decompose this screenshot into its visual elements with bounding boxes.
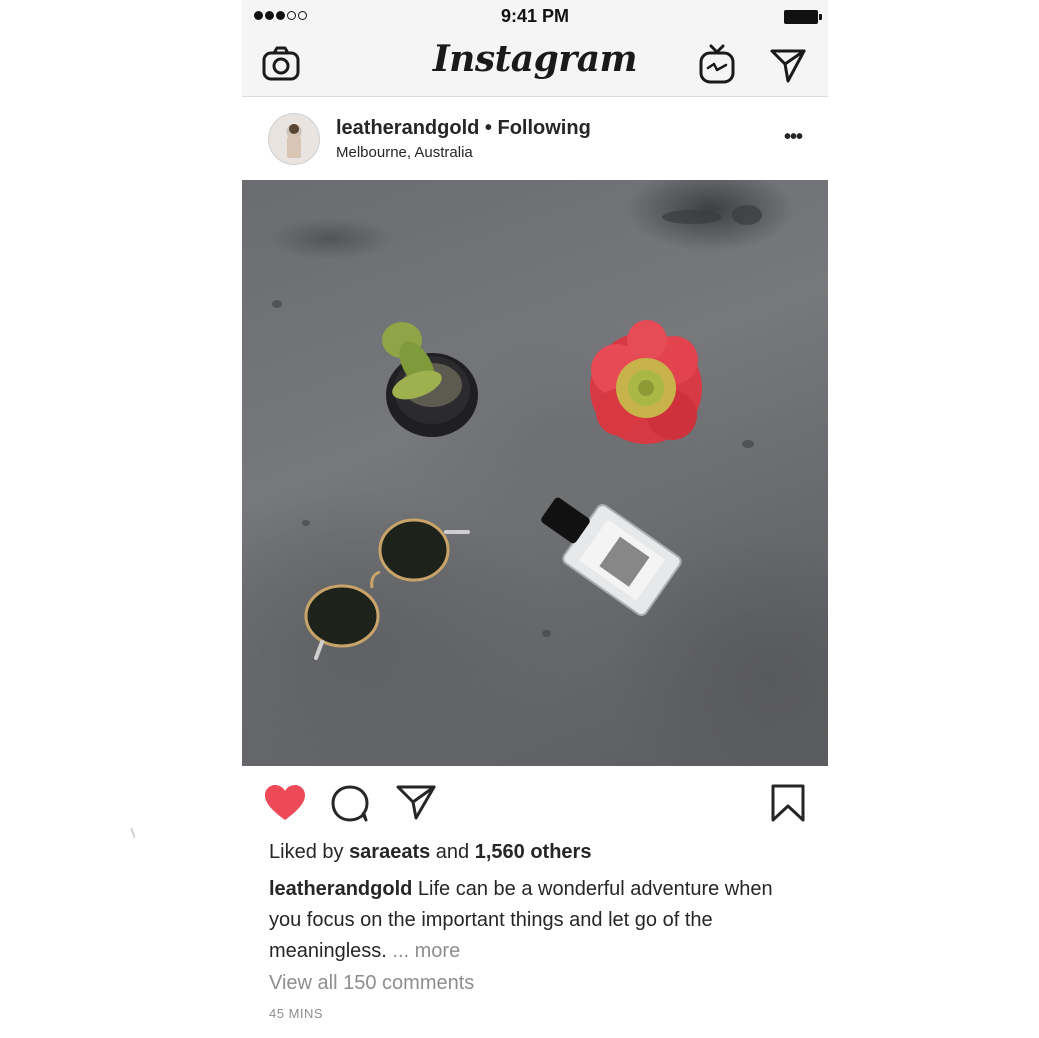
avatar-figure-head xyxy=(289,124,299,134)
post-actions xyxy=(242,766,828,836)
share-icon[interactable] xyxy=(396,784,436,820)
perfume-bottle xyxy=(541,497,682,616)
post-username[interactable]: leatherandgold xyxy=(336,117,479,139)
instagram-logo: Instagram xyxy=(432,38,638,80)
liked-by-user[interactable]: saraeats xyxy=(349,841,430,863)
likes-middle: and xyxy=(430,841,475,863)
likes-summary[interactable]: Liked by saraeats and 1,560 others xyxy=(269,841,591,864)
follow-status[interactable]: Following xyxy=(497,117,590,139)
post-author-line: leatherandgold • Following xyxy=(336,117,591,140)
post-location[interactable]: Melbourne, Australia xyxy=(336,144,473,161)
bookmark-icon[interactable] xyxy=(770,784,806,822)
sunglasses xyxy=(304,518,470,660)
likes-prefix: Liked by xyxy=(269,841,350,863)
status-time: 9:41 PM xyxy=(500,6,570,26)
avatar[interactable] xyxy=(268,113,320,165)
post-header: leatherandgold • Following Melbourne, Au… xyxy=(242,97,828,180)
post-timestamp: 45 MINS xyxy=(269,1006,324,1021)
heart-icon[interactable] xyxy=(264,784,306,822)
post-caption: leatherandgold Life can be a wonderful a… xyxy=(269,874,789,967)
status-bar: 9:41 PM xyxy=(242,0,828,34)
view-comments-link[interactable]: View all 150 comments xyxy=(269,972,474,995)
post-photo[interactable] xyxy=(242,180,828,766)
comment-icon[interactable] xyxy=(330,784,370,822)
direct-message-icon[interactable] xyxy=(768,44,808,84)
likes-count[interactable]: 1,560 others xyxy=(475,841,592,863)
separator: • xyxy=(479,117,498,139)
photo-objects xyxy=(304,320,702,660)
avatar-figure-body xyxy=(287,134,301,158)
top-nav-bar: Instagram xyxy=(242,34,828,97)
phone-screen: 9:41 PM Instagram leatherandgold • Follo… xyxy=(242,0,828,1038)
cactus-plant xyxy=(382,322,478,437)
battery-icon xyxy=(784,10,822,24)
more-options-button[interactable]: ••• xyxy=(784,127,803,147)
caption-more-link[interactable]: ... more xyxy=(387,940,460,962)
caption-username[interactable]: leatherandgold xyxy=(269,878,412,900)
red-succulent xyxy=(590,320,702,444)
igtv-icon[interactable] xyxy=(697,44,737,84)
stray-mark xyxy=(130,827,136,839)
